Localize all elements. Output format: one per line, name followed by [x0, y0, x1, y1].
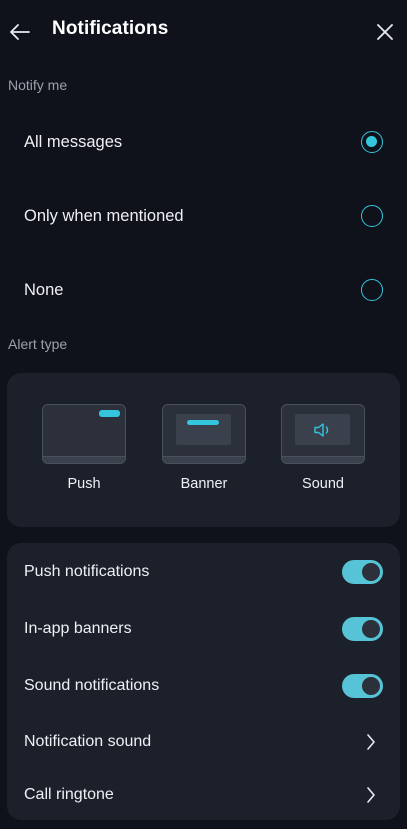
alert-type-sound[interactable]: Sound: [281, 404, 365, 492]
notify-option-all-messages[interactable]: All messages: [0, 112, 407, 172]
settings-card: Push notifications In-app banners Sound …: [7, 543, 400, 820]
notify-option-label: Only when mentioned: [24, 206, 184, 225]
setting-call-ringtone[interactable]: Call ringtone: [7, 767, 400, 823]
push-preview-icon: [42, 404, 126, 464]
sound-notifications-toggle[interactable]: [342, 674, 383, 698]
push-notifications-toggle[interactable]: [342, 560, 383, 584]
alert-type-label: Sound: [302, 476, 344, 492]
alert-type-section-label: Alert type: [8, 336, 68, 352]
setting-push-notifications[interactable]: Push notifications: [7, 544, 400, 600]
notify-section-label: Notify me: [8, 77, 68, 93]
radio-button[interactable]: [361, 279, 383, 301]
banner-preview-icon: [162, 404, 246, 464]
setting-label: In-app banners: [24, 620, 132, 637]
alert-type-card: Push Banner Sound: [7, 373, 400, 527]
radio-button[interactable]: [361, 205, 383, 227]
header: Notifications: [0, 0, 407, 62]
setting-label: Call ringtone: [24, 786, 114, 803]
notify-option-none[interactable]: None: [0, 260, 407, 320]
in-app-banners-toggle[interactable]: [342, 617, 383, 641]
setting-label: Sound notifications: [24, 677, 160, 694]
arrow-left-icon: [10, 24, 30, 40]
back-button[interactable]: [6, 18, 34, 46]
alert-type-push[interactable]: Push: [42, 404, 126, 492]
sound-preview-icon: [281, 404, 365, 464]
alert-type-label: Push: [67, 476, 101, 492]
close-icon: [377, 24, 393, 40]
setting-in-app-banners[interactable]: In-app banners: [7, 601, 400, 657]
close-button[interactable]: [371, 18, 399, 46]
notify-option-label: All messages: [24, 132, 123, 151]
setting-sound-notifications[interactable]: Sound notifications: [7, 658, 400, 714]
radio-button-selected[interactable]: [361, 131, 383, 153]
setting-label: Push notifications: [24, 563, 150, 580]
chevron-right-icon: [364, 732, 378, 752]
speaker-icon: [313, 422, 328, 437]
setting-notification-sound[interactable]: Notification sound: [7, 714, 400, 770]
notify-option-label: None: [24, 280, 64, 299]
page-title: Notifications: [52, 18, 169, 39]
alert-type-banner[interactable]: Banner: [162, 404, 246, 492]
setting-label: Notification sound: [24, 733, 152, 750]
notify-option-only-mentioned[interactable]: Only when mentioned: [0, 186, 407, 246]
chevron-right-icon: [364, 785, 378, 805]
alert-type-label: Banner: [180, 476, 228, 492]
